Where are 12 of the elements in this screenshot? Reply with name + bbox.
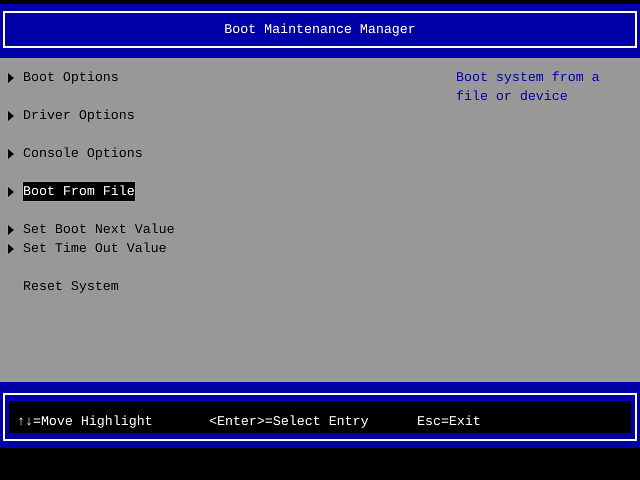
key-hint: ↑↓=Move Highlight (17, 414, 153, 429)
menu-item[interactable]: Boot Options (23, 68, 119, 87)
menu-item[interactable]: Boot From File (23, 182, 135, 201)
help-text: Boot system from a file or device (455, 69, 601, 106)
menu-item[interactable]: Set Time Out Value (23, 239, 167, 258)
key-hint: <Enter>=Select Entry (209, 414, 369, 429)
screen-title: Boot Maintenance Manager (224, 21, 416, 39)
menu-item[interactable]: Driver Options (23, 106, 135, 125)
menu-item[interactable]: Console Options (23, 144, 143, 163)
menu-item[interactable]: Reset System (23, 277, 119, 296)
key-hint: Esc=Exit (417, 414, 481, 429)
menu-item[interactable]: Set Boot Next Value (23, 220, 175, 239)
